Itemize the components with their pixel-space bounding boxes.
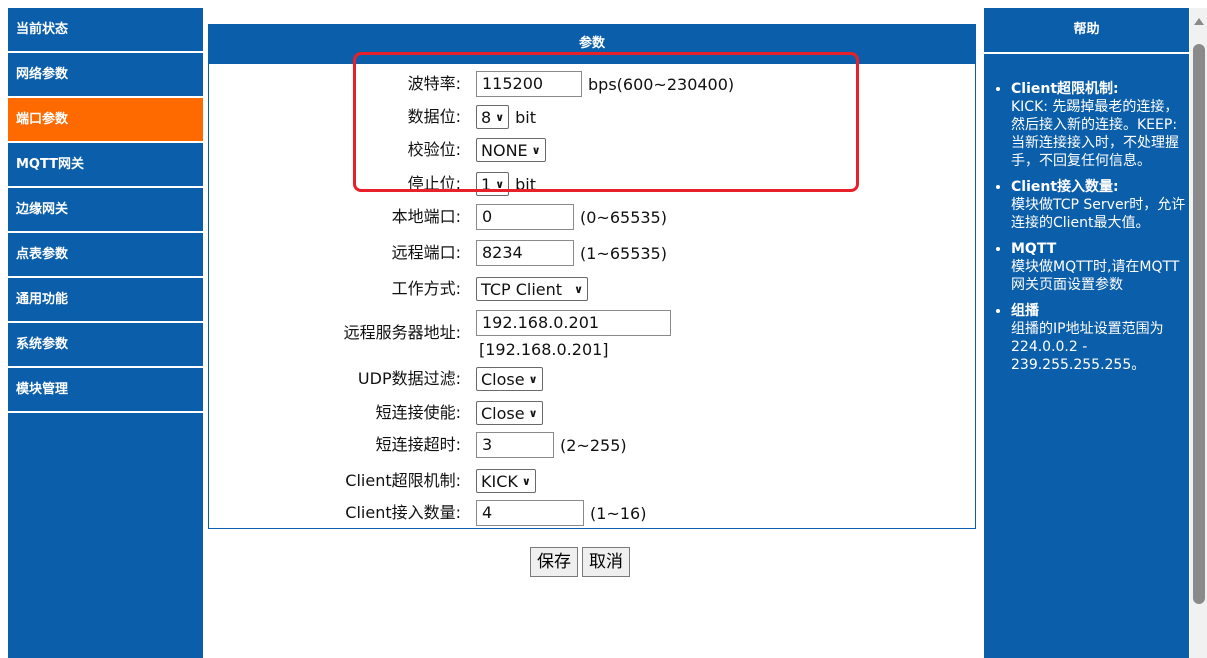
short-conn-select[interactable]: Close ∨ <box>476 401 543 425</box>
sidebar-item-edge[interactable]: 边缘网关 <box>8 188 203 233</box>
client-limit-select[interactable]: KICK ∨ <box>476 469 536 493</box>
stopbits-value: 1 <box>481 174 492 194</box>
row-parity: 校验位: NONE ∨ <box>206 135 976 165</box>
row-stopbits: 停止位: 1 ∨ bit <box>206 169 976 199</box>
stopbits-unit: bit <box>515 174 536 194</box>
client-limit-label: Client超限机制: <box>345 471 461 490</box>
work-mode-select[interactable]: TCP Client ∨ <box>476 277 588 301</box>
sidebar: 当前状态 网络参数 端口参数 MQTT网关 边缘网关 点表参数 通用功能 系统参… <box>8 8 203 658</box>
sidebar-item-port[interactable]: 端口参数 <box>8 98 203 143</box>
row-client-count: Client接入数量: 4 (1~16) <box>206 498 976 528</box>
row-remote-port: 远程端口: 8234 (1~65535) <box>206 238 976 268</box>
help-item-title: MQTT <box>1011 241 1057 257</box>
row-client-limit: Client超限机制: KICK ∨ <box>206 466 976 496</box>
row-work-mode: 工作方式: TCP Client ∨ <box>206 274 976 304</box>
save-button[interactable]: 保存 <box>530 547 578 577</box>
remote-port-label: 远程端口: <box>391 243 461 262</box>
short-conn-value: Close <box>481 403 525 423</box>
sidebar-item-points[interactable]: 点表参数 <box>8 233 203 278</box>
databits-select[interactable]: 8 ∨ <box>476 105 510 129</box>
row-databits: 数据位: 8 ∨ bit <box>206 102 976 132</box>
scroll-up-arrow-icon[interactable] <box>1194 18 1204 25</box>
udp-filter-select[interactable]: Close ∨ <box>476 367 543 391</box>
help-item-text: KICK: 先踢掉最老的连接，然后接入新的连接。KEEP: 当新连接接入时，不处… <box>1011 99 1179 169</box>
help-list: Client超限机制: KICK: 先踢掉最老的连接，然后接入新的连接。KEEP:… <box>984 80 1189 374</box>
chevron-down-icon: ∨ <box>531 143 541 157</box>
help-item-text: 模块做TCP Server时，允许连接的Client最大值。 <box>1011 197 1186 231</box>
help-item-title: Client接入数量: <box>1011 179 1119 195</box>
sidebar-item-status[interactable]: 当前状态 <box>8 8 203 53</box>
remote-port-hint: (1~65535) <box>580 243 667 263</box>
help-item: 组播组播的IP地址设置范围为224.0.0.2 - 239.255.255.25… <box>1011 302 1189 374</box>
help-item: MQTT 模块做MQTT时,请在MQTT网关页面设置参数 <box>1011 240 1189 294</box>
baud-label: 波特率: <box>407 74 461 93</box>
help-item: Client接入数量: 模块做TCP Server时，允许连接的Client最大值… <box>1011 178 1189 232</box>
chevron-down-icon: ∨ <box>495 177 505 191</box>
parity-value: NONE <box>481 140 528 160</box>
help-item-title: Client超限机制: <box>1011 81 1119 97</box>
local-port-hint: (0~65535) <box>580 207 667 227</box>
parity-label: 校验位: <box>407 140 461 159</box>
help-item-text: 模块做MQTT时,请在MQTT网关页面设置参数 <box>1011 259 1180 293</box>
databits-label: 数据位: <box>407 107 461 126</box>
cancel-button[interactable]: 取消 <box>582 547 630 577</box>
row-baud: 波特率: 115200 bps(600~230400) <box>206 69 976 99</box>
short-conn-label: 短连接使能: <box>375 403 461 422</box>
client-count-input[interactable]: 4 <box>476 500 584 526</box>
baud-hint: bps(600~230400) <box>588 74 735 94</box>
client-count-label: Client接入数量: <box>345 503 461 522</box>
parity-select[interactable]: NONE ∨ <box>476 138 546 162</box>
databits-value: 8 <box>481 107 492 127</box>
server-addr-current: [192.168.0.201] <box>479 339 609 359</box>
client-count-hint: (1~16) <box>590 503 647 523</box>
short-timeout-hint: (2~255) <box>560 435 627 455</box>
server-addr-input[interactable]: 192.168.0.201 <box>476 310 671 336</box>
scrollbar-thumb[interactable] <box>1193 44 1205 604</box>
stopbits-label: 停止位: <box>407 174 461 193</box>
work-mode-value: TCP Client <box>481 279 563 299</box>
stopbits-select[interactable]: 1 ∨ <box>476 172 510 196</box>
short-timeout-label: 短连接超时: <box>375 435 461 454</box>
remote-port-input[interactable]: 8234 <box>476 240 574 266</box>
row-short-conn: 短连接使能: Close ∨ <box>206 398 976 428</box>
local-port-input[interactable]: 0 <box>476 204 574 230</box>
chevron-down-icon: ∨ <box>528 372 538 386</box>
chevron-down-icon: ∨ <box>528 406 538 420</box>
sidebar-item-network[interactable]: 网络参数 <box>8 53 203 98</box>
scrollbar[interactable] <box>1190 8 1207 658</box>
databits-unit: bit <box>515 107 536 127</box>
udp-filter-label: UDP数据过滤: <box>357 369 461 388</box>
help-item-title: 组播 <box>1011 303 1039 319</box>
row-short-timeout: 短连接超时: 3 (2~255) <box>206 430 976 460</box>
row-local-port: 本地端口: 0 (0~65535) <box>206 202 976 232</box>
short-timeout-input[interactable]: 3 <box>476 432 554 458</box>
udp-filter-value: Close <box>481 369 525 389</box>
sidebar-item-general[interactable]: 通用功能 <box>8 278 203 323</box>
row-udp-filter: UDP数据过滤: Close ∨ <box>206 364 976 394</box>
row-server-addr-current: [192.168.0.201] <box>206 334 976 364</box>
help-title: 帮助 <box>984 8 1189 54</box>
chevron-down-icon: ∨ <box>495 110 505 124</box>
help-item: Client超限机制: KICK: 先踢掉最老的连接，然后接入新的连接。KEEP:… <box>1011 80 1189 170</box>
chevron-down-icon: ∨ <box>521 474 531 488</box>
sidebar-item-module[interactable]: 模块管理 <box>8 368 203 413</box>
work-mode-label: 工作方式: <box>391 279 461 298</box>
local-port-label: 本地端口: <box>391 207 461 226</box>
help-panel: 帮助 Client超限机制: KICK: 先踢掉最老的连接，然后接入新的连接。KE… <box>984 8 1189 658</box>
chevron-down-icon: ∨ <box>574 282 583 296</box>
panel-title: 参数 <box>208 24 976 64</box>
baud-input[interactable]: 115200 <box>476 71 582 97</box>
sidebar-item-system[interactable]: 系统参数 <box>8 323 203 368</box>
sidebar-item-mqtt[interactable]: MQTT网关 <box>8 143 203 188</box>
help-item-text: 组播的IP地址设置范围为224.0.0.2 - 239.255.255.255。 <box>1011 321 1164 373</box>
action-buttons: 保存 取消 <box>530 547 630 577</box>
client-limit-value: KICK <box>481 471 518 491</box>
